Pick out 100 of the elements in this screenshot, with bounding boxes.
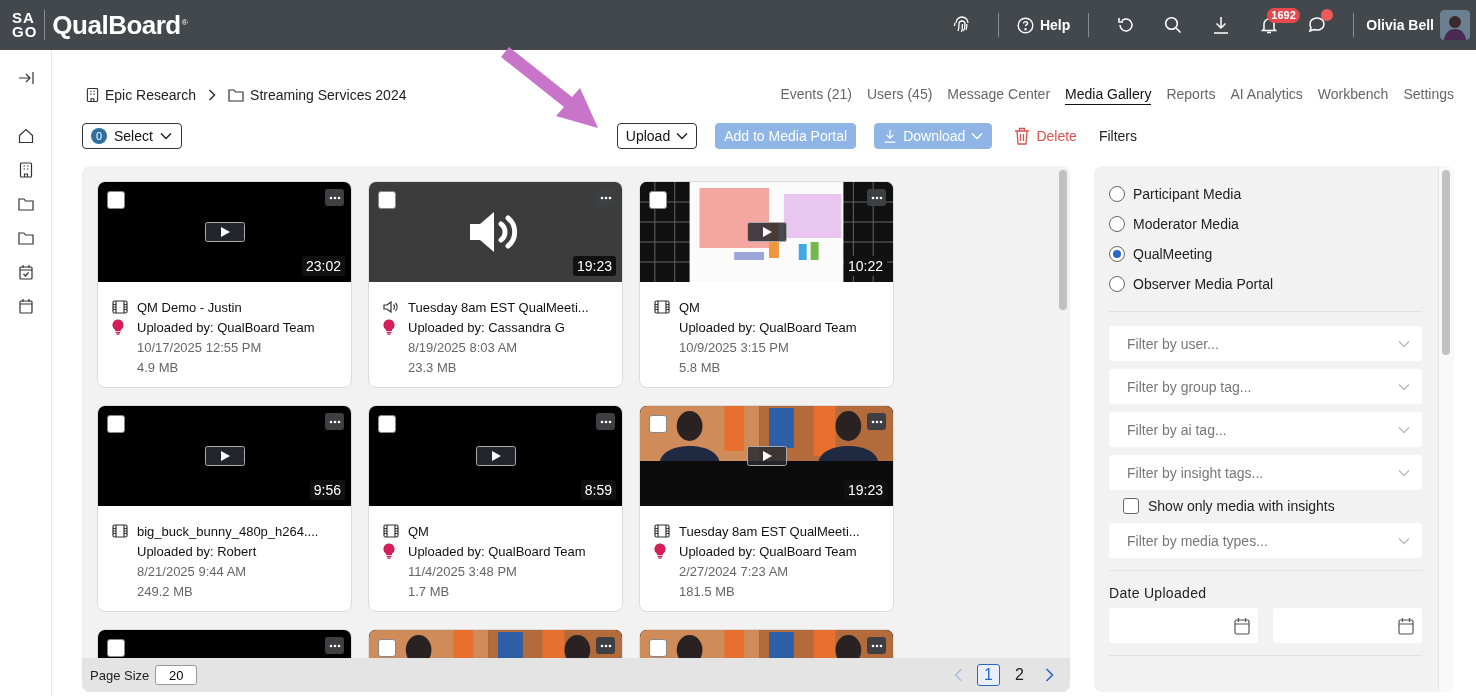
checkbox[interactable] (378, 639, 396, 657)
logo-text: GO (12, 25, 38, 39)
breadcrumb-link[interactable]: Epic Research (105, 87, 197, 103)
radio-button[interactable] (1109, 186, 1125, 202)
page-button[interactable]: 1 (977, 664, 1000, 686)
filter-dropdown[interactable]: Filter by user... (1109, 326, 1422, 361)
checkbox[interactable] (378, 415, 396, 433)
more-button[interactable] (867, 189, 886, 206)
more-button[interactable] (325, 637, 344, 654)
nav-tab[interactable]: Workbench (1317, 85, 1389, 105)
help-button[interactable]: Help (1010, 12, 1077, 38)
delete-button[interactable]: Delete (1006, 123, 1085, 149)
play-icon[interactable] (204, 446, 245, 466)
upload-date: 8/21/2025 9:44 AM (137, 563, 247, 579)
uploader-text: Uploaded by: QualBoard Team (137, 319, 315, 335)
logo-text: SA (12, 11, 36, 25)
more-button[interactable] (596, 189, 615, 206)
checkbox-label[interactable]: Show only media with insights (1148, 498, 1335, 514)
folder-icon (17, 197, 34, 211)
filters-heading: Filters (1098, 128, 1137, 144)
media-card[interactable]: 19:23 Tuesday 8am EST QualMeeti... Uploaded by: QualBoard Team 2/27/2024 7:23 AM 181.5 MB (639, 405, 894, 612)
play-icon[interactable] (746, 446, 787, 466)
chevron-right-icon (1045, 668, 1054, 682)
checkbox[interactable] (1123, 498, 1139, 514)
radio-button[interactable] (1109, 276, 1125, 292)
nav-tab[interactable]: Settings (1403, 85, 1454, 105)
scrollbar[interactable] (1059, 170, 1067, 310)
avatar[interactable] (1440, 10, 1470, 40)
user-name: Olivia Bell (1366, 17, 1434, 33)
video-thumbnail[interactable]: 9:56 (98, 406, 351, 506)
more-button[interactable] (867, 413, 886, 430)
scrollbar[interactable] (1442, 170, 1450, 355)
media-card[interactable]: 19:23 Tuesday 8am EST QualMeeti... Uploaded by: Cassandra G 8/19/2025 8:03 AM 23.3 MB (368, 181, 623, 388)
uploader-text: Uploaded by: Robert (137, 543, 257, 559)
search-icon (1164, 16, 1183, 34)
nav-tab[interactable]: Users (45) (867, 85, 933, 105)
media-card[interactable]: 10:22 QM Uploaded by: QualBoard Team 10/9/2025 3:15 PM 5.8 MB (639, 181, 894, 388)
nav-tab[interactable]: Events (21) (780, 85, 852, 105)
chat-icon (1308, 16, 1327, 34)
page-button[interactable]: 2 (1008, 664, 1031, 686)
radio-label[interactable]: Participant Media (1133, 186, 1242, 202)
radio-label[interactable]: Observer Media Portal (1133, 276, 1274, 292)
media-title[interactable]: QM Demo - Justin (137, 299, 242, 315)
filter-dropdown[interactable]: Filter by insight tags... (1109, 455, 1422, 490)
radio-button[interactable] (1109, 216, 1125, 232)
more-button[interactable] (867, 637, 886, 654)
duration-label: 9:56 (309, 480, 345, 500)
chevron-down-icon (1398, 468, 1410, 477)
file-size: 5.8 MB (679, 359, 721, 375)
filter-dropdown[interactable]: Filter by ai tag... (1109, 412, 1422, 447)
nav-tab[interactable]: AI Analytics (1230, 85, 1303, 105)
radio-button[interactable] (1109, 246, 1125, 262)
checkbox[interactable] (378, 191, 396, 209)
building-icon (86, 87, 99, 103)
upload-dropdown[interactable]: Upload (616, 123, 698, 149)
more-icon (599, 419, 612, 424)
more-button[interactable] (325, 189, 344, 206)
nav-tab[interactable]: Message Center (947, 85, 1051, 105)
video-thumbnail[interactable]: 8:59 (369, 406, 622, 506)
more-icon (328, 643, 341, 648)
start-date-field[interactable] (1109, 608, 1258, 643)
media-title[interactable]: Tuesday 8am EST QualMeeti... (408, 299, 589, 315)
media-card[interactable]: 8:59 QM Uploaded by: QualBoard Team 11/4/2025 3:48 PM 1.7 MB (368, 405, 623, 612)
select-dropdown[interactable]: 0 Select (82, 123, 182, 149)
breadcrumb-link[interactable]: Streaming Services 2024 (250, 87, 407, 103)
checkbox[interactable] (649, 639, 667, 657)
media-card[interactable]: 23:02 QM Demo - Justin Uploaded by: QualBoard Team 10/17/2025 12:55 PM 4.9 MB (97, 181, 352, 388)
file-size: 23.3 MB (408, 359, 457, 375)
filter-dropdown[interactable]: Filter by group tag... (1109, 369, 1422, 404)
chevron-down-icon (1398, 339, 1410, 348)
media-title[interactable]: QM (408, 523, 429, 539)
filter-dropdown[interactable]: Filter by media types... (1109, 523, 1422, 558)
checkbox[interactable] (107, 191, 125, 209)
video-thumbnail[interactable]: 23:02 (98, 182, 351, 282)
media-title[interactable]: big_buck_bunny_480p_h264.... (137, 523, 319, 539)
play-icon[interactable] (746, 222, 787, 242)
media-title[interactable]: Tuesday 8am EST QualMeeti... (679, 523, 860, 539)
chevron-down-icon (1398, 425, 1410, 434)
play-icon[interactable] (475, 446, 516, 466)
end-date-field[interactable] (1273, 608, 1422, 643)
radio-label[interactable]: QualMeeting (1133, 246, 1213, 262)
trash-icon (1014, 127, 1031, 145)
registered-mark: ® (181, 18, 188, 27)
page-size-field[interactable]: 20 (155, 665, 198, 685)
checkbox[interactable] (107, 415, 125, 433)
nav-tab[interactable]: Media Gallery (1065, 85, 1152, 105)
checkbox[interactable] (107, 639, 125, 657)
play-icon[interactable] (204, 222, 245, 242)
nav-tab[interactable]: Reports (1166, 85, 1216, 105)
radio-label[interactable]: Moderator Media (1133, 216, 1239, 232)
checkbox[interactable] (649, 415, 667, 433)
chevron-down-icon (1398, 382, 1410, 391)
media-card[interactable]: 9:56 big_buck_bunny_480p_h264.... Uploaded by: Robert 8/21/2025 9:44 AM 249.2 MB (97, 405, 352, 612)
media-title[interactable]: QM (679, 299, 700, 315)
more-button[interactable] (596, 413, 615, 430)
checkbox[interactable] (649, 191, 667, 209)
upload-date: 2/27/2024 7:23 AM (679, 563, 789, 579)
audio-thumbnail[interactable]: 19:23 (369, 182, 622, 282)
more-button[interactable] (325, 413, 344, 430)
more-button[interactable] (596, 637, 615, 654)
